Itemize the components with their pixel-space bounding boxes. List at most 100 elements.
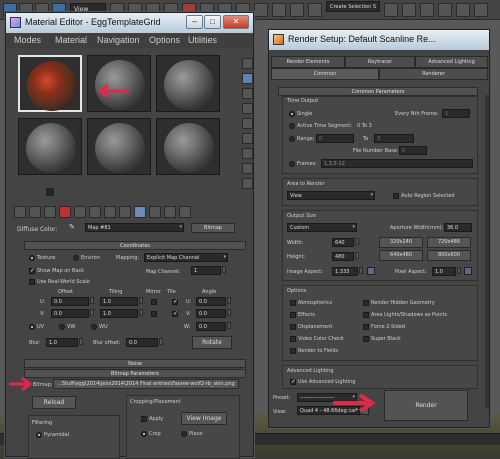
blur-offset-input[interactable]: 0.0 [126,338,158,347]
wu-radio[interactable] [91,324,97,330]
bitmap-parameters-rollout-header[interactable]: Bitmap Parameters [24,369,246,378]
u-tiling-spinner[interactable] [139,297,143,304]
w-angle-input[interactable]: 0.0 [196,322,226,331]
map-channel-input[interactable]: 1 [191,266,221,275]
height-spinner[interactable] [355,252,359,259]
v-angle-spinner[interactable] [227,309,231,316]
render-setup-titlebar[interactable]: Render Setup: Default Scanline Re... [269,30,489,50]
height-input[interactable]: 480 [332,252,354,261]
sample-slot-4[interactable] [18,118,82,175]
bitmap-path-button[interactable]: ...Stuff\egg\2014\jens2014\2014 Final en… [53,379,239,389]
pyramidal-radio[interactable] [36,432,42,438]
maximize-button[interactable]: □ [204,15,221,29]
render-frame-icon[interactable] [456,3,470,17]
v-offset-input[interactable]: 0.0 [51,309,89,318]
backlight-icon[interactable] [242,73,253,84]
scroll-icon[interactable] [46,188,54,196]
go-to-parent-icon[interactable] [164,206,176,218]
material-editor-titlebar[interactable]: Material Editor - EggTemplateGrid – □ ✕ [6,13,253,33]
vw-radio[interactable] [59,324,65,330]
preset-720x486-button[interactable]: 720x486 [427,237,471,248]
image-aspect-lock-icon[interactable] [367,267,375,275]
sample-slot-6[interactable] [156,118,220,175]
image-aspect-spinner[interactable] [359,267,363,274]
make-preview-icon[interactable] [242,133,253,144]
sample-slot-5[interactable] [87,118,151,175]
single-radio[interactable] [289,111,295,117]
environ-radio[interactable] [73,255,79,261]
material-id-icon[interactable] [119,206,131,218]
displacement-checkbox[interactable] [290,324,296,330]
select-by-material-icon[interactable] [242,163,253,174]
super-black-checkbox[interactable] [363,336,369,342]
render-teapot-icon[interactable] [474,3,488,17]
menu-options[interactable]: Options [149,35,180,45]
background-icon[interactable] [242,88,253,99]
tab-renderer[interactable]: Renderer [379,68,488,80]
aperture-width-input[interactable]: 36.0 [444,223,472,232]
layer-icon[interactable] [308,3,322,17]
preset-640x480-button[interactable]: 640x480 [379,250,423,261]
w-angle-spinner[interactable] [227,322,231,329]
pixel-aspect-input[interactable]: 1.0 [432,267,456,276]
named-selection-icon[interactable] [254,3,268,17]
crop-radio[interactable] [141,431,147,437]
file-number-base-input[interactable]: 0 [399,146,427,155]
frames-input[interactable]: 1,3,5-12 [321,159,473,168]
material-navigator-icon[interactable] [242,178,253,189]
coordinates-rollout-header[interactable]: Coordinates [24,241,246,250]
menu-modes[interactable]: Modes [14,35,41,45]
frames-radio[interactable] [289,161,295,167]
rotate-button[interactable]: Rotate [192,336,232,349]
align-icon[interactable] [290,3,304,17]
get-material-icon[interactable] [14,206,26,218]
show-end-result-icon[interactable] [149,206,161,218]
view-image-button[interactable]: View Image [181,412,227,425]
tab-advanced-lighting[interactable]: Advanced Lighting [415,56,488,68]
reload-button[interactable]: Reload [32,396,76,409]
effects-checkbox[interactable] [290,312,296,318]
blur-spinner[interactable] [79,338,83,345]
real-world-scale-checkbox[interactable] [29,279,35,285]
render-setup-icon[interactable] [438,3,452,17]
apply-checkbox[interactable] [141,416,147,422]
assign-material-icon[interactable] [44,206,56,218]
options-icon[interactable] [242,148,253,159]
u-mirror-checkbox[interactable] [151,299,157,305]
pixel-aspect-spinner[interactable] [457,267,461,274]
place-radio[interactable] [181,431,187,437]
range-radio[interactable] [289,136,295,142]
v-mirror-checkbox[interactable] [151,311,157,317]
every-nth-frame-input[interactable]: 1 [442,109,470,118]
material-type-button[interactable]: Bitmap [191,223,235,233]
minimize-button[interactable]: – [186,15,203,29]
menu-navigation[interactable]: Navigation [97,35,140,45]
v-tiling-spinner[interactable] [139,309,143,316]
close-button[interactable]: ✕ [223,15,249,29]
menu-material[interactable]: Material [55,35,87,45]
u-offset-spinner[interactable] [90,297,94,304]
u-tile-checkbox[interactable] [172,298,178,305]
tab-raytracer[interactable]: Raytracer [345,56,415,68]
u-angle-spinner[interactable] [227,297,231,304]
image-aspect-input[interactable]: 1.333 [332,267,358,276]
render-button[interactable]: Render [384,390,468,421]
mapping-dropdown[interactable]: Explicit Map Channel [144,253,228,262]
preset-800x600-button[interactable]: 800x600 [427,250,471,261]
material-name-field[interactable]: Map #81 [85,223,184,232]
sample-type-icon[interactable] [242,58,253,69]
tab-common[interactable]: Common [271,68,379,80]
width-input[interactable]: 640 [332,238,354,247]
blur-input[interactable]: 1.0 [46,338,78,347]
make-unique-icon[interactable] [89,206,101,218]
texture-radio[interactable] [29,255,35,261]
uv-radio[interactable] [29,324,35,330]
menu-utilities[interactable]: Utilities [188,35,217,45]
mirror-icon[interactable] [272,3,286,17]
show-map-on-back-checkbox[interactable] [29,267,35,274]
active-segment-radio[interactable] [289,123,295,129]
area-to-render-dropdown[interactable]: View [287,191,375,200]
noise-rollout-header[interactable]: Noise [24,359,246,368]
curve-editor-icon[interactable] [384,3,398,17]
preset-320x240-button[interactable]: 320x240 [379,237,423,248]
